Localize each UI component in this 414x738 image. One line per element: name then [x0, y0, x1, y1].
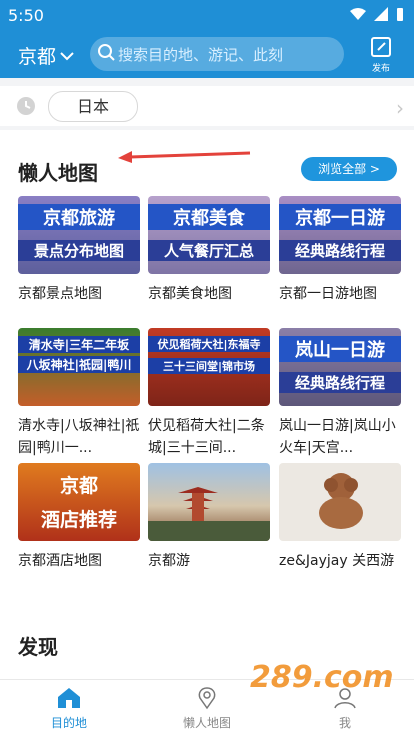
map-thumbnail: 京都一日游 经典路线行程 — [279, 196, 401, 274]
chevron-right-icon[interactable]: › — [396, 96, 404, 120]
main-content: 懒人地图 浏览全部 > 京都旅游 景点分布地图 京都景点地图 京都美食 人气餐厅… — [0, 130, 414, 679]
maps-section-title: 懒人地图 — [18, 161, 98, 185]
thumb-title: 京都 — [59, 475, 98, 497]
status-icons — [350, 7, 404, 21]
map-thumbnail — [279, 463, 401, 541]
map-thumbnail: 伏见稻荷大社|东福寺 三十三间堂|锦市场 — [148, 328, 270, 406]
map-caption: 京都美食地图 — [148, 286, 232, 302]
thumb-subtitle: 三十三间堂|锦市场 — [148, 358, 270, 374]
thumb-subtitle: 人气餐厅汇总 — [148, 240, 270, 261]
thumb-subtitle: 经典路线行程 — [279, 240, 401, 261]
publish-label: 发布 — [371, 64, 390, 74]
thumb-title: 京都一日游 — [279, 204, 401, 230]
thumb-title: 岚山一日游 — [279, 336, 401, 362]
nav-item-destination[interactable]: 目的地 — [0, 686, 138, 731]
map-card-kyoto-sights[interactable]: 京都旅游 景点分布地图 京都景点地图 — [18, 196, 140, 305]
map-thumbnail: 京都旅游 景点分布地图 — [18, 196, 140, 274]
publish-button[interactable]: 发布 — [368, 36, 394, 74]
thumb-title: 京都旅游 — [18, 204, 140, 230]
battery-icon — [397, 8, 403, 21]
signal-icon — [374, 7, 388, 21]
nav-label-maps: 懒人地图 — [182, 716, 231, 730]
map-card-kyoto-tour[interactable]: 京都游 — [148, 463, 270, 572]
map-card-fushimi[interactable]: 伏见稻荷大社|东福寺 三十三间堂|锦市场 伏见稻荷大社|二条城|三十三间... — [148, 328, 270, 459]
map-caption: 伏见稻荷大社|二条城|三十三间... — [148, 418, 265, 456]
city-selector[interactable]: 京都 — [18, 42, 74, 69]
map-card-kyoto-food[interactable]: 京都美食 人气餐厅汇总 京都美食地图 — [148, 196, 270, 305]
map-thumbnail: 岚山一日游 经典路线行程 — [279, 328, 401, 406]
status-time: 5:50 — [8, 6, 44, 25]
edit-icon — [371, 37, 391, 57]
browse-all-button[interactable]: 浏览全部 > — [301, 157, 397, 181]
clock-icon — [17, 97, 35, 115]
status-bar: 5:50 — [0, 0, 414, 30]
map-card-kyoto-day-trip[interactable]: 京都一日游 经典路线行程 京都一日游地图 — [279, 196, 401, 305]
map-card-kiyomizu[interactable]: 清水寺|三年二年坂 八坂神社|祇园|鸭川 清水寺|八坂神社|祇园|鸭川一... — [18, 328, 140, 459]
home-icon — [58, 688, 80, 708]
thumb-subtitle: 酒店推荐 — [40, 509, 117, 531]
map-caption: 岚山一日游|岚山小火车|天宫... — [279, 418, 396, 456]
poodle-image — [319, 473, 363, 529]
map-thumbnail: 京都 酒店推荐 — [18, 463, 140, 541]
map-thumbnail: 京都美食 人气餐厅汇总 — [148, 196, 270, 274]
country-chip[interactable]: 日本 — [48, 91, 138, 122]
arrow-annotation — [118, 151, 251, 163]
wifi-icon — [350, 8, 366, 20]
nav-label-destination: 目的地 — [50, 716, 87, 730]
thumb-subtitle: 景点分布地图 — [18, 240, 140, 261]
nav-label-me: 我 — [338, 716, 351, 730]
map-thumbnail — [148, 463, 270, 541]
thumb-title: 京都美食 — [148, 204, 270, 230]
header: 京都 搜索目的地、游记、此刻 发布 — [0, 30, 414, 78]
discover-section-title: 发现 — [18, 635, 58, 659]
filter-row: 日本 › — [0, 86, 414, 126]
map-caption: 京都一日游地图 — [279, 286, 377, 302]
map-card-kyoto-hotels[interactable]: 京都 酒店推荐 京都酒店地图 — [18, 463, 140, 572]
thumb-title: 清水寺|三年二年坂 — [18, 336, 140, 353]
chevron-down-icon — [60, 51, 74, 60]
search-placeholder: 搜索目的地、游记、此刻 — [118, 46, 284, 64]
watermark: 289.com — [250, 660, 394, 695]
map-caption: 京都游 — [148, 553, 190, 569]
map-caption: 京都景点地图 — [18, 286, 102, 302]
thumb-subtitle: 八坂神社|祇园|鸭川 — [18, 356, 140, 373]
city-name: 京都 — [18, 46, 57, 68]
pagoda-image — [148, 487, 270, 541]
map-caption: ze&Jayjay 关西游 — [279, 553, 395, 569]
map-thumbnail: 清水寺|三年二年坂 八坂神社|祇园|鸭川 — [18, 328, 140, 406]
thumb-title: 伏见稻荷大社|东福寺 — [148, 336, 270, 352]
map-caption: 京都酒店地图 — [18, 553, 102, 569]
map-card-arashiyama[interactable]: 岚山一日游 经典路线行程 岚山一日游|岚山小火车|天宫... — [279, 328, 401, 459]
thumb-subtitle: 经典路线行程 — [279, 372, 401, 393]
map-pin-icon — [198, 687, 216, 710]
map-card-kansai-tour[interactable]: ze&Jayjay 关西游 — [279, 463, 401, 572]
map-caption: 清水寺|八坂神社|祇园|鸭川一... — [18, 418, 140, 456]
search-icon — [98, 44, 115, 61]
